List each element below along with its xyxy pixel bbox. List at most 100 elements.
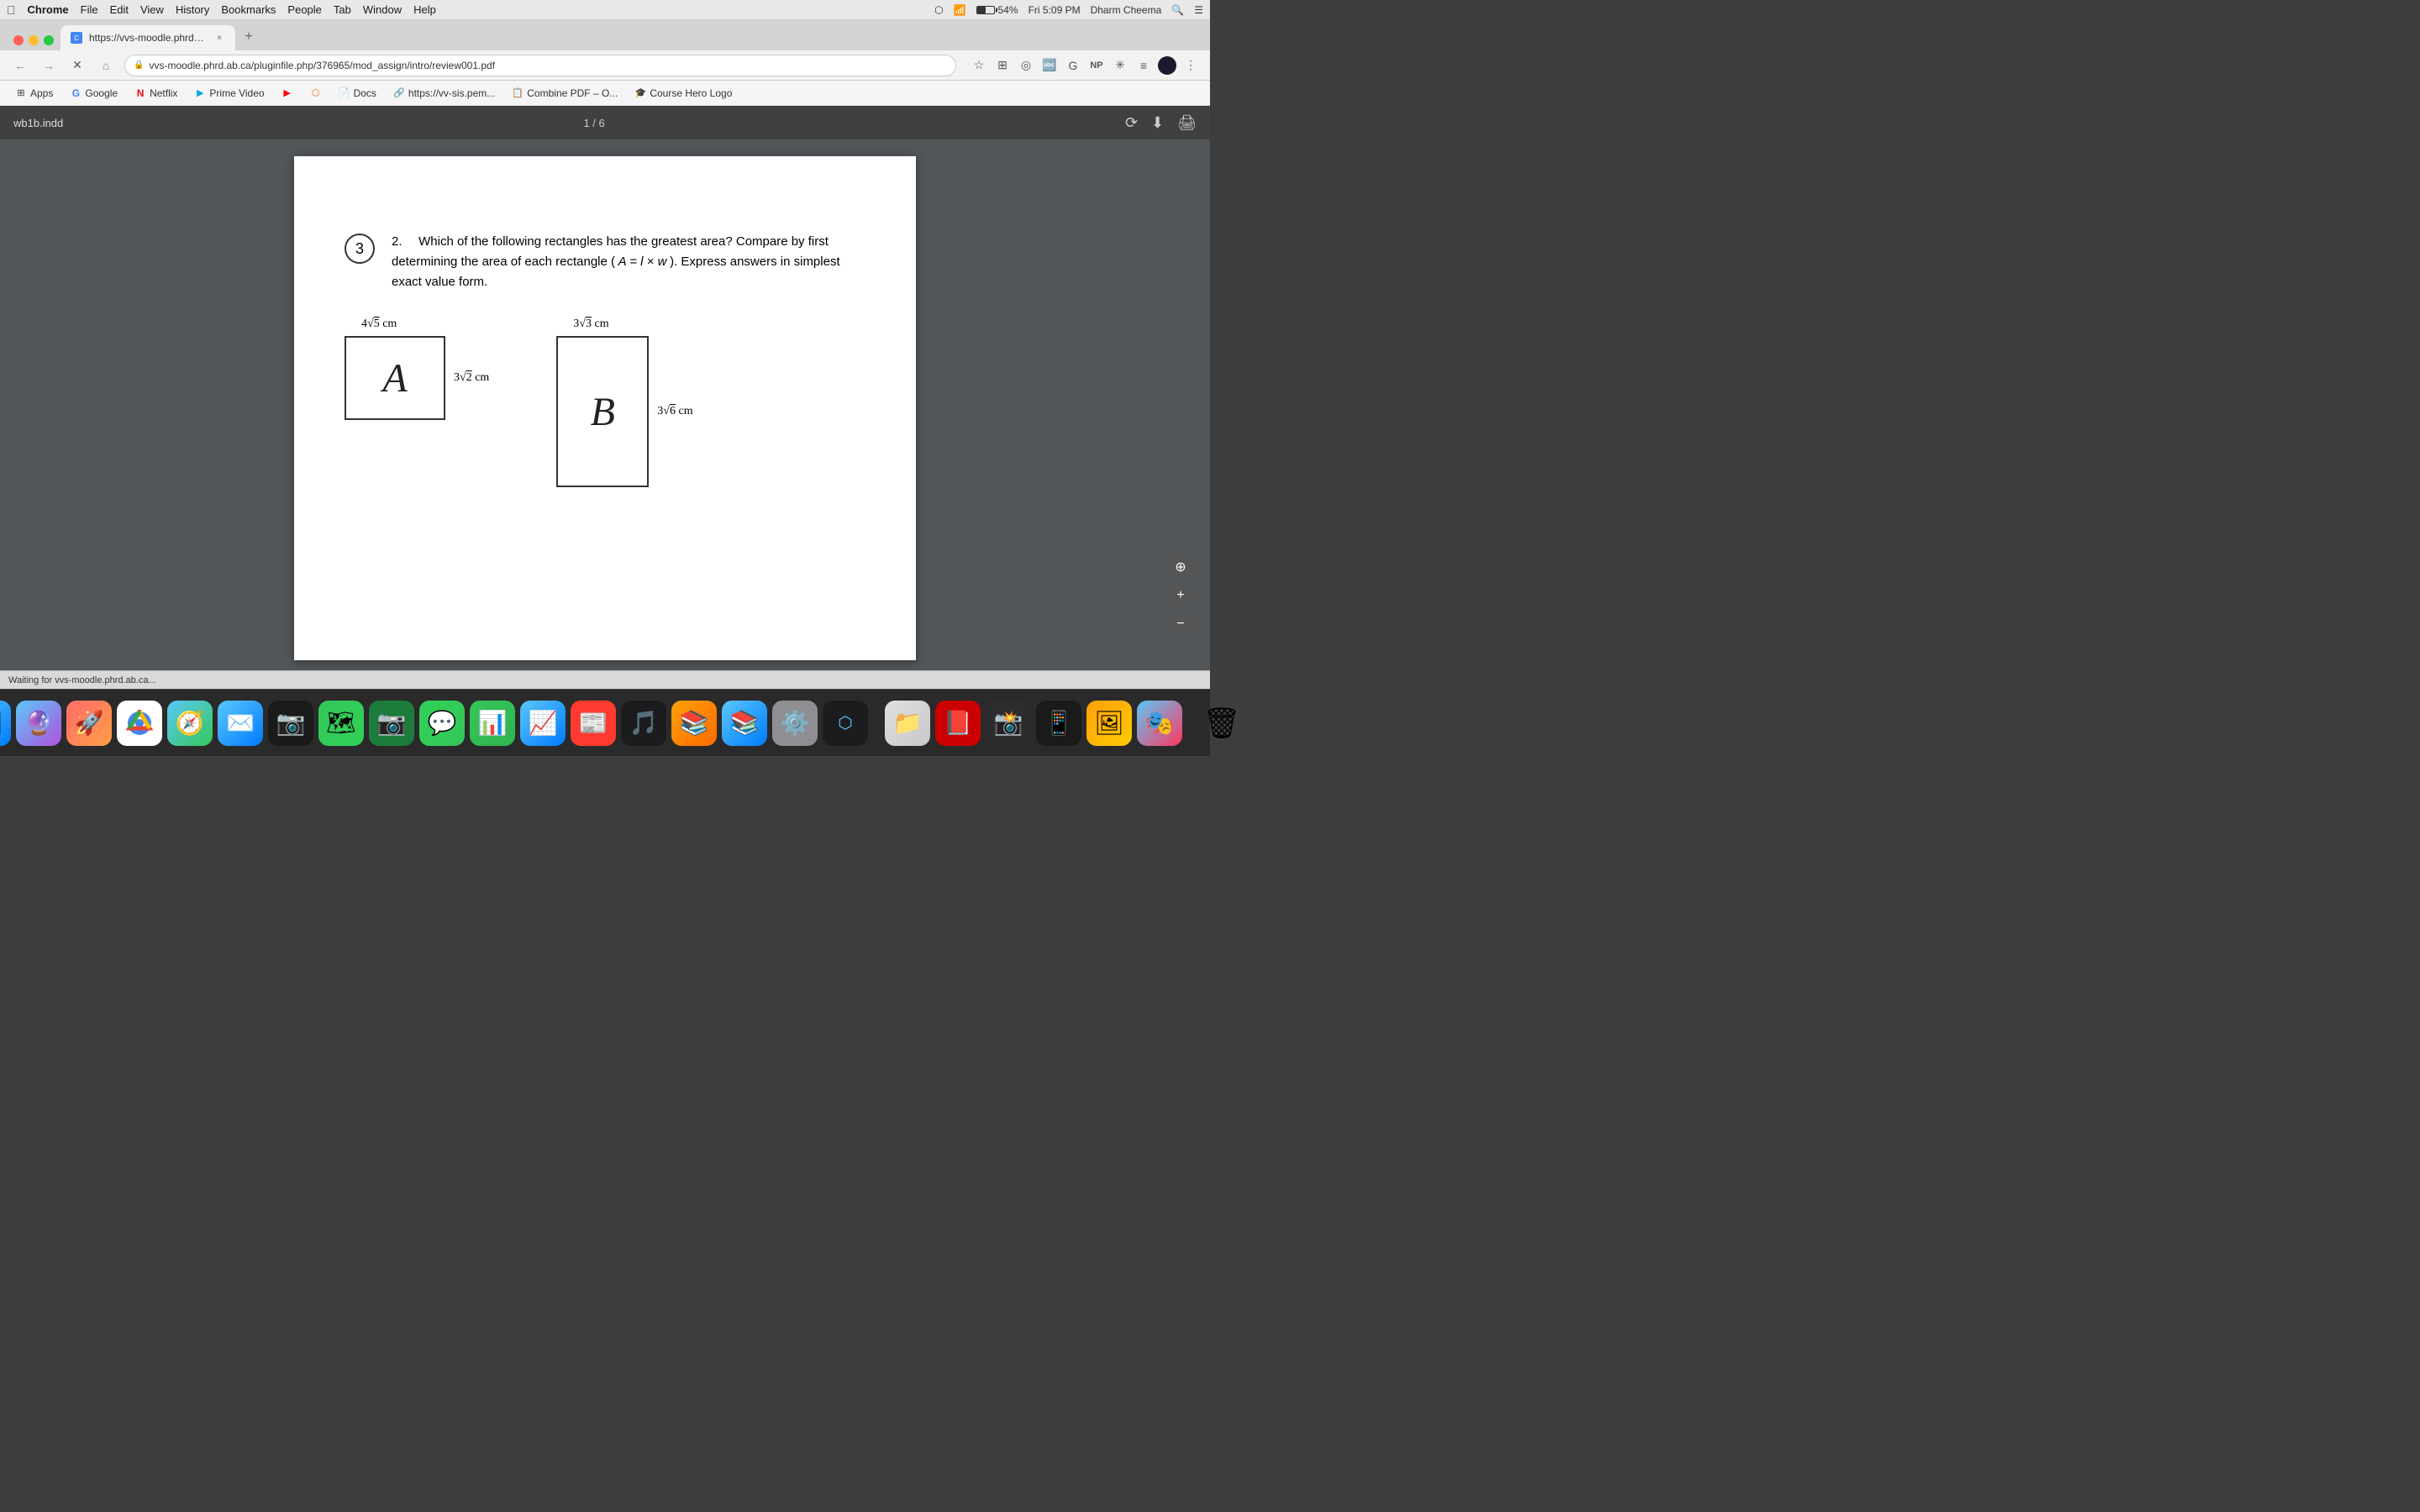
- menu-edit[interactable]: Edit: [110, 3, 129, 16]
- bookmark-youtube[interactable]: ▶: [275, 85, 300, 102]
- dock-systemprefs[interactable]: ⚙️: [772, 701, 818, 746]
- dock-launchpad[interactable]: 🚀: [66, 701, 112, 746]
- bookmark-misc[interactable]: ⬡: [303, 85, 329, 102]
- dock-finder2[interactable]: 📁: [885, 701, 930, 746]
- vvsis-icon: 🔗: [393, 87, 405, 99]
- extension-icon-1[interactable]: ⊞: [993, 56, 1012, 75]
- pdf-page: 3 2. Which of the following rectangles h…: [294, 156, 916, 660]
- circle-number: 3: [345, 234, 375, 264]
- dock-chrome[interactable]: [117, 701, 162, 746]
- url-bar[interactable]: 🔒 vvs-moodle.phrd.ab.ca/pluginfile.php/3…: [124, 55, 956, 76]
- dock-safari[interactable]: 🧭: [167, 701, 213, 746]
- bookmark-docs[interactable]: 📄 Docs: [332, 85, 383, 102]
- close-button[interactable]: [13, 35, 24, 45]
- menu-bar:  Chrome File Edit View History Bookmark…: [0, 0, 1210, 20]
- maximize-button[interactable]: [44, 35, 54, 45]
- bookmark-google-label: Google: [85, 87, 118, 99]
- menu-bookmarks[interactable]: Bookmarks: [221, 3, 276, 16]
- search-icon[interactable]: 🔍: [1171, 4, 1184, 16]
- bookmark-coursehero[interactable]: 🎓 Course Hero Logo: [628, 85, 739, 102]
- zoom-out-button[interactable]: −: [1168, 612, 1193, 637]
- profile-avatar[interactable]: [1158, 56, 1176, 75]
- notification-icon[interactable]: ☰: [1194, 4, 1203, 16]
- dock-siri[interactable]: 🔮: [16, 701, 61, 746]
- extension-icon-3[interactable]: 🔤: [1040, 56, 1059, 75]
- forward-button[interactable]: →: [39, 55, 59, 76]
- bookmark-coursehero-label: Course Hero Logo: [650, 87, 732, 99]
- bookmark-prime[interactable]: ▶ Prime Video: [187, 85, 271, 102]
- menu-file[interactable]: File: [81, 3, 98, 16]
- bookmark-netflix[interactable]: N Netflix: [128, 85, 184, 102]
- extension-icon-6[interactable]: ≡: [1134, 56, 1153, 75]
- browser-tab[interactable]: C https://vvs-moodle.phrd.ab.ca... ×: [60, 25, 235, 50]
- new-tab-button[interactable]: +: [239, 27, 259, 47]
- bookmark-prime-label: Prime Video: [209, 87, 264, 99]
- address-bar: ← → ✕ ⌂ 🔒 vvs-moodle.phrd.ab.ca/pluginfi…: [0, 50, 1210, 81]
- menu-people[interactable]: People: [287, 3, 321, 16]
- rectangle-a: A: [345, 336, 445, 420]
- menu-tab[interactable]: Tab: [334, 3, 351, 16]
- dock-facetime[interactable]: 📷: [369, 701, 414, 746]
- extension-icon-4[interactable]: G: [1064, 56, 1082, 75]
- back-button[interactable]: ←: [10, 55, 30, 76]
- dock-books[interactable]: 📚: [671, 701, 717, 746]
- dock-news[interactable]: 📰: [571, 701, 616, 746]
- dock-preview[interactable]: 🖼: [1086, 701, 1132, 746]
- coursehero-icon: 🎓: [634, 87, 646, 99]
- dock-bluetooth[interactable]: ⬡: [823, 701, 868, 746]
- dock-music[interactable]: 🎵: [621, 701, 666, 746]
- dock-keynote[interactable]: 🎭: [1137, 701, 1182, 746]
- menu-window[interactable]: Window: [363, 3, 402, 16]
- dock-iphone[interactable]: 📱: [1036, 701, 1081, 746]
- dock-appstore[interactable]: 📚: [722, 701, 767, 746]
- bookmark-vvsis-label: https://vv-sis.pem...: [408, 87, 495, 99]
- pdf-pagination: 1 / 6: [63, 117, 1125, 129]
- menu-bar-left:  Chrome File Edit View History Bookmark…: [7, 3, 436, 17]
- minimize-button[interactable]: [29, 35, 39, 45]
- pdf-refresh-button[interactable]: ⟳: [1125, 114, 1138, 132]
- pdf-scroll-area[interactable]: 3 2. Which of the following rectangles h…: [0, 139, 1210, 670]
- reload-button[interactable]: ✕: [67, 55, 87, 76]
- rect-b-side-label: 3√6 cm: [657, 405, 692, 418]
- zoom-controls: ⊕ + −: [1168, 554, 1193, 637]
- tab-close-button[interactable]: ×: [213, 32, 225, 44]
- zoom-in-button[interactable]: +: [1168, 583, 1193, 608]
- dock-maps[interactable]: 🗺: [318, 701, 364, 746]
- menu-help[interactable]: Help: [413, 3, 436, 16]
- dock-messages[interactable]: 💬: [419, 701, 465, 746]
- rect-a-top-label: 4√5 cm: [361, 318, 397, 331]
- menu-view[interactable]: View: [140, 3, 164, 16]
- extension-icon-5[interactable]: ✳: [1111, 56, 1129, 75]
- bookmark-apps[interactable]: ⊞ Apps: [8, 85, 60, 102]
- toolbar-icons: ☆ ⊞ ◎ 🔤 G NP ✳ ≡ ⋮: [970, 56, 1200, 75]
- dock-numbers[interactable]: 📊: [470, 701, 515, 746]
- bookmark-google[interactable]: G Google: [63, 85, 124, 102]
- bookmark-vvsis[interactable]: 🔗 https://vv-sis.pem...: [387, 85, 502, 102]
- apps-grid-icon: ⊞: [15, 87, 27, 99]
- zoom-fit-button[interactable]: ⊕: [1168, 554, 1193, 580]
- menu-chrome[interactable]: Chrome: [28, 3, 69, 16]
- menu-history[interactable]: History: [176, 3, 209, 16]
- extension-icon-np[interactable]: NP: [1087, 56, 1106, 75]
- dock-iphoto[interactable]: 📸: [986, 701, 1031, 746]
- dock-finder[interactable]: 🗂: [0, 701, 11, 746]
- status-text: Waiting for vvs-moodle.phrd.ab.ca...: [8, 675, 156, 685]
- dock-photos[interactable]: 📷: [268, 701, 313, 746]
- question-number: 2.: [392, 234, 402, 249]
- pdf-print-button[interactable]: 🖨: [1177, 114, 1197, 132]
- apple-menu[interactable]: : [7, 3, 16, 17]
- bookmark-star-icon[interactable]: ☆: [970, 56, 988, 75]
- bookmark-combine-pdf[interactable]: 📋 Combine PDF – O...: [505, 85, 624, 102]
- chrome-menu-button[interactable]: ⋮: [1181, 56, 1200, 75]
- dock-trash[interactable]: 🗑: [1199, 701, 1244, 746]
- extension-icon-2[interactable]: ◎: [1017, 56, 1035, 75]
- dock-acrobat[interactable]: 📕: [935, 701, 981, 746]
- netflix-icon: N: [134, 87, 146, 99]
- pdf-download-button[interactable]: ⬇: [1151, 114, 1164, 132]
- tab-bar: C https://vvs-moodle.phrd.ab.ca... × +: [0, 20, 1210, 50]
- main-content: C https://vvs-moodle.phrd.ab.ca... × + ←…: [0, 20, 1210, 756]
- rect-a-letter: A: [382, 355, 407, 402]
- home-button[interactable]: ⌂: [96, 55, 116, 76]
- dock-mail[interactable]: ✉️: [218, 701, 263, 746]
- dock-numbers2[interactable]: 📈: [520, 701, 566, 746]
